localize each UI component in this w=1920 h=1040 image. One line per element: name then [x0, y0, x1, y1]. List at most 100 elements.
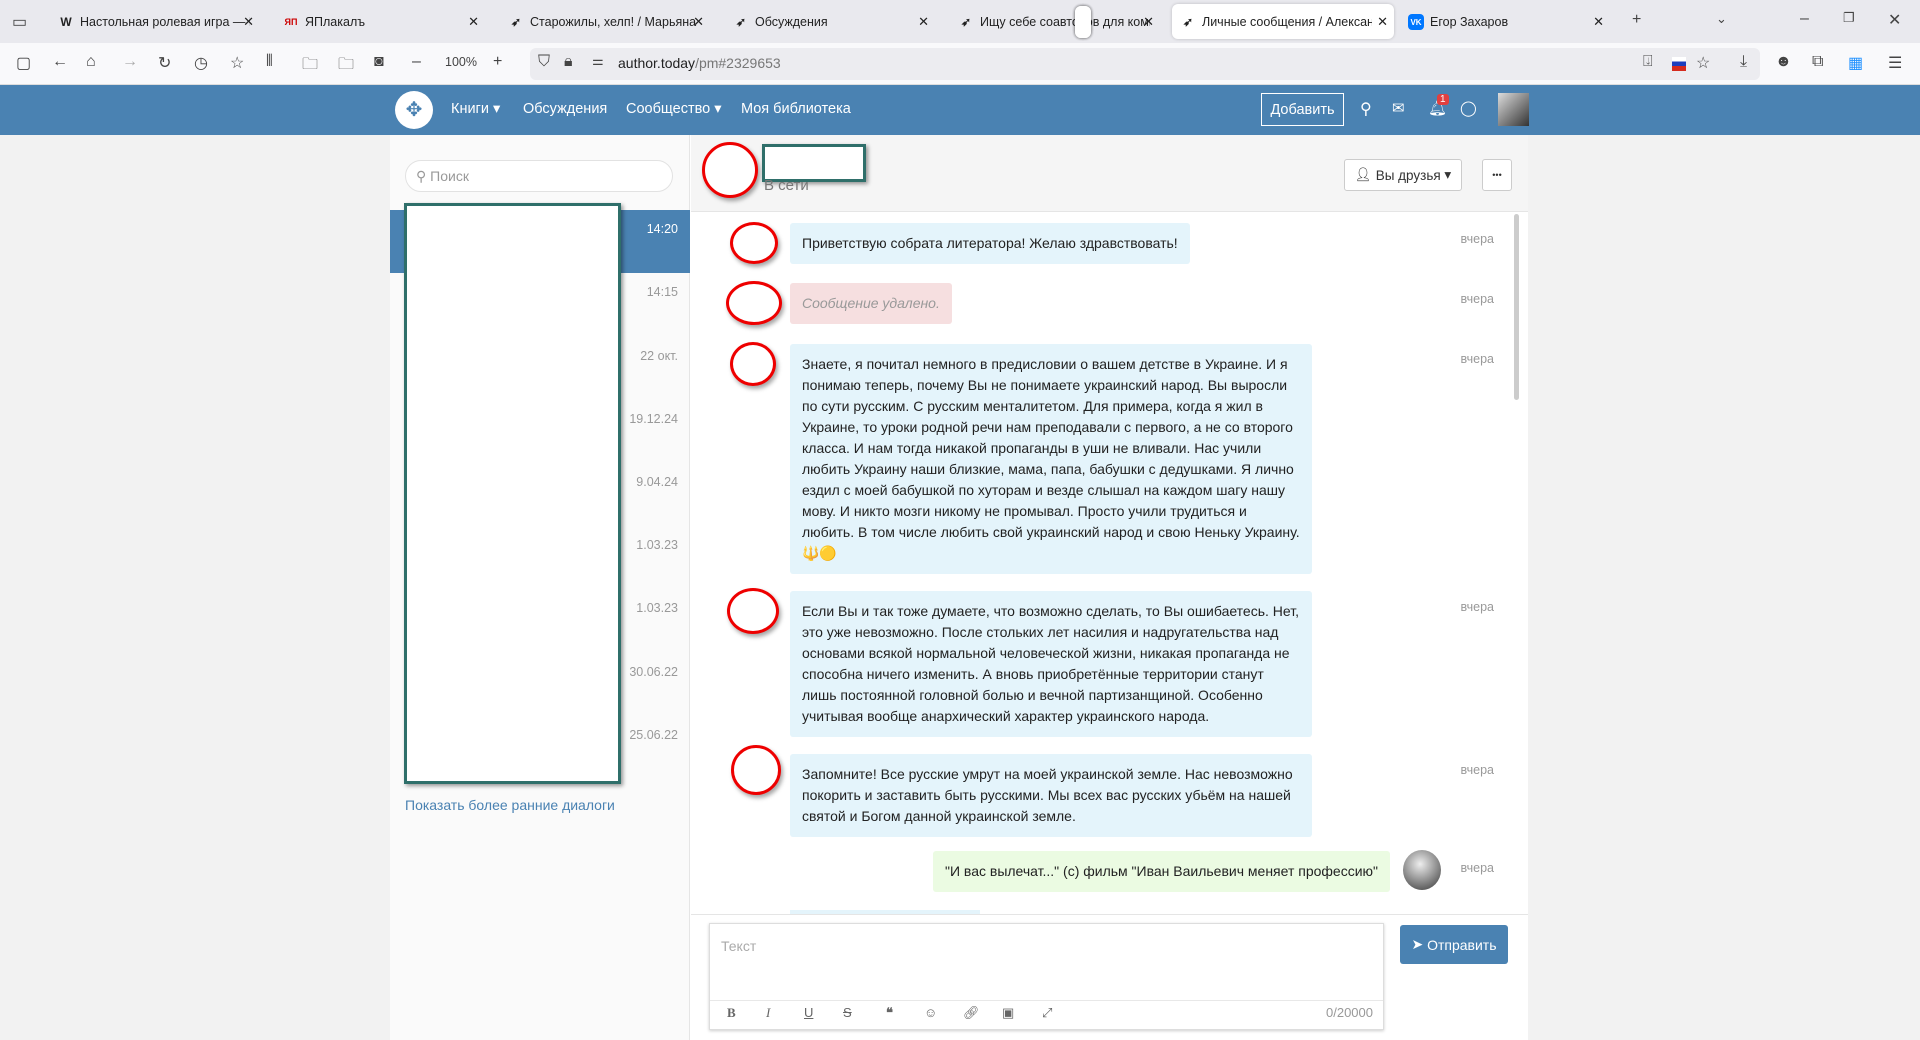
message-bubble: Запомните! Все русские умрут на моей укр…: [790, 754, 1312, 837]
minimize-button[interactable]: –: [1800, 10, 1809, 28]
link-icon[interactable]: 🔗︎: [963, 1005, 980, 1021]
tab-list-chevron-icon[interactable]: ⌄: [1716, 11, 1727, 27]
browser-tab[interactable]: VK Егор Захаров ✕: [1400, 6, 1610, 38]
site-header: ✥ Книги ▾ Обсуждения Сообщество ▾ Моя би…: [0, 85, 1920, 135]
close-icon[interactable]: ✕: [468, 14, 479, 30]
folder-icon[interactable]: 🗀: [302, 53, 318, 80]
close-icon[interactable]: ✕: [693, 14, 704, 30]
bold-icon[interactable]: B: [727, 1005, 736, 1021]
close-icon[interactable]: ✕: [918, 14, 929, 30]
search-icon[interactable]: ⚲: [1360, 99, 1372, 119]
lock-icon[interactable]: 🔒︎: [564, 53, 573, 71]
shield-icon[interactable]: ⛉: [538, 53, 550, 71]
strikethrough-icon[interactable]: S: [843, 1005, 852, 1020]
add-button[interactable]: Добавить: [1261, 93, 1344, 126]
reader-download-icon[interactable]: ⍗: [1643, 53, 1653, 71]
send-button[interactable]: ➤ Отправить: [1400, 925, 1508, 964]
site-settings-icon[interactable]: ⚌: [592, 53, 604, 69]
forward-button[interactable]: →: [122, 53, 138, 71]
author-today-icon: ➶: [735, 15, 747, 29]
url-text[interactable]: author.today/pm#2329653: [618, 55, 781, 71]
menu-icon[interactable]: ☰: [1888, 53, 1902, 73]
home-button[interactable]: ⌂: [86, 53, 96, 71]
online-status: В сети: [764, 177, 809, 194]
redacted-avatar: [730, 342, 776, 386]
nav-my-library[interactable]: Моя библиотека: [741, 101, 851, 117]
browser-tab[interactable]: ЯП ЯПлакалъ ✕: [275, 6, 485, 38]
profile-icon[interactable]: ☻: [1775, 53, 1792, 71]
address-bar[interactable]: ⛉ 🔒︎ ⚌ author.today/pm#2329653 ⍗ ☆: [530, 48, 1760, 80]
tab-overview-icon[interactable]: ▭: [12, 12, 27, 32]
message-time: вчера: [1460, 292, 1494, 306]
message-bubble: Если Вы и так тоже думаете, что возможно…: [790, 591, 1312, 737]
fullscreen-icon[interactable]: ⤢: [1042, 1005, 1052, 1021]
textarea-placeholder: Текст: [721, 938, 757, 954]
tab-label: Ищу себе соавторов для коми: [980, 15, 1150, 29]
dialog-time: 14:20: [646, 222, 678, 236]
show-earlier-dialogs-link[interactable]: Показать более ранние диалоги: [405, 797, 615, 813]
bookmark-page-star-icon[interactable]: ☆: [1696, 53, 1710, 73]
apps-grid-icon[interactable]: ▦: [1848, 53, 1863, 73]
close-icon[interactable]: ✕: [1593, 14, 1604, 30]
url-host: author.today: [618, 55, 696, 71]
tab-label: Обсуждения: [755, 15, 828, 29]
message-time: вчера: [1460, 763, 1494, 777]
screenshot-icon[interactable]: ◙: [374, 53, 384, 71]
image-icon[interactable]: ▣: [1002, 1005, 1014, 1021]
restore-button[interactable]: ❐: [1843, 10, 1855, 26]
back-button[interactable]: ←: [52, 53, 68, 71]
browser-tab-active[interactable]: ➶ Личные сообщения / Алексан ✕: [1172, 4, 1394, 39]
browser-tab[interactable]: W Настольная ролевая игра — Ві ✕: [50, 6, 260, 38]
zoom-level[interactable]: 100%: [445, 55, 477, 69]
redaction-box: [404, 203, 621, 784]
nav-books[interactable]: Книги ▾: [451, 101, 500, 117]
divider: [691, 914, 1528, 915]
close-icon[interactable]: ✕: [1143, 14, 1154, 30]
close-window-button[interactable]: ✕: [1888, 10, 1901, 30]
underline-icon[interactable]: U: [804, 1005, 813, 1020]
site-logo[interactable]: ✥: [395, 91, 433, 129]
close-icon[interactable]: ✕: [1377, 14, 1388, 30]
quote-icon[interactable]: ❝: [886, 1005, 893, 1021]
dialog-time: 22 окт.: [640, 349, 678, 363]
mail-icon[interactable]: ✉: [1392, 99, 1405, 117]
emoji-icon[interactable]: ☺: [924, 1005, 937, 1020]
dialog-time: 19.12.24: [629, 412, 678, 426]
nav-discussions[interactable]: Обсуждения: [523, 101, 607, 117]
user-avatar[interactable]: [1498, 93, 1529, 126]
downloads-icon[interactable]: ⤓: [1740, 53, 1747, 71]
tab-label: Старожилы, хелп! / Марьяна Н: [530, 15, 700, 29]
dialog-time: 25.06.22: [629, 728, 678, 742]
reload-button[interactable]: ↻: [158, 53, 171, 73]
dialog-search-input[interactable]: ⚲ Поиск: [405, 160, 673, 192]
bookmark-star-icon[interactable]: ☆: [230, 53, 244, 73]
zoom-out-button[interactable]: –: [412, 53, 421, 71]
close-icon[interactable]: ✕: [243, 14, 254, 30]
browser-tab[interactable]: ➶ Ищу себе соавторов для коми ✕: [950, 6, 1160, 38]
message-bubble: Приветствую собрата литератора! Желаю зд…: [790, 223, 1190, 264]
tab-label: Настольная ролевая игра — Ві: [80, 15, 250, 29]
sidebar-toggle-icon[interactable]: ▢: [16, 53, 31, 73]
dialog-time: 9.04.24: [636, 475, 678, 489]
redacted-avatar: [731, 745, 781, 795]
dialog-time: 30.06.22: [629, 665, 678, 679]
message-scrollbar[interactable]: [1514, 214, 1519, 400]
message-time: вчера: [1460, 861, 1494, 875]
author-today-icon: ➶: [960, 15, 972, 29]
friends-button[interactable]: 👤︎ Вы друзья ▾: [1344, 159, 1462, 191]
extensions-icon[interactable]: ⧉: [1812, 53, 1823, 71]
yaplakal-icon: ЯП: [284, 17, 298, 27]
browser-tab[interactable]: ➶ Старожилы, хелп! / Марьяна Н ✕: [500, 6, 710, 38]
more-options-button[interactable]: •••: [1482, 159, 1512, 191]
library-icon[interactable]: ⫴: [266, 53, 273, 71]
russian-flag-icon[interactable]: [1672, 57, 1686, 71]
new-tab-button[interactable]: +: [1632, 11, 1641, 29]
folder-share-icon[interactable]: 🗀: [338, 53, 354, 80]
nav-community[interactable]: Сообщество ▾: [626, 101, 722, 117]
url-path: /pm#2329653: [695, 55, 781, 71]
italic-icon[interactable]: I: [766, 1005, 770, 1021]
history-icon[interactable]: ◷: [194, 53, 208, 73]
chat-bubble-icon[interactable]: ◯: [1460, 99, 1477, 117]
zoom-in-button[interactable]: +: [493, 53, 502, 71]
browser-tab[interactable]: ➶ Обсуждения ✕: [725, 6, 935, 38]
